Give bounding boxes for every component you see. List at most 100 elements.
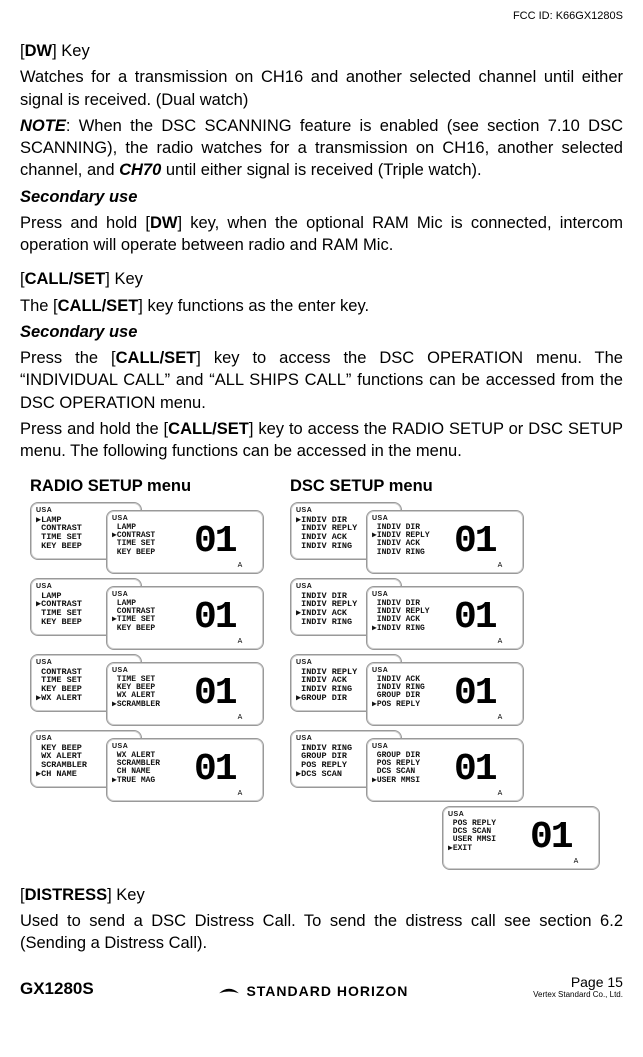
radio-menu-title: RADIO SETUP menu bbox=[30, 477, 260, 496]
lcd-menu-line: ▶SCRAMBLER bbox=[112, 701, 190, 709]
radio-lcd-stack: USA▶LAMP CONTRAST TIME SET KEY BEEPUSA L… bbox=[30, 502, 260, 804]
cs-p2a: Press the [ bbox=[20, 349, 116, 367]
lcd-display-large: USA INDIV ACK INDIV RING GROUP DIR▶POS R… bbox=[366, 662, 524, 726]
lcd-pair: USA INDIV REPLY INDIV ACK INDIV RING▶GRO… bbox=[290, 654, 520, 728]
lcd-sub-indicator: A bbox=[498, 714, 503, 721]
manual-page: FCC ID: K66GX1280S [DW] Key Watches for … bbox=[0, 0, 643, 1009]
distress-key-label: DISTRESS bbox=[25, 886, 108, 904]
dw-note: NOTE: When the DSC SCANNING feature is e… bbox=[20, 115, 623, 182]
lcd-menu-line: INDIV RING bbox=[372, 549, 450, 557]
lcd-menu-line: ▶TRUE MAG bbox=[112, 777, 190, 785]
ch70-label: CH70 bbox=[119, 161, 161, 179]
lcd-sub-indicator: A bbox=[238, 714, 243, 721]
distress-body: Used to send a DSC Distress Call. To sen… bbox=[20, 910, 623, 955]
footer-brand: STANDARD HORIZON bbox=[218, 983, 408, 999]
cs-l1k: CALL/SET bbox=[58, 297, 139, 315]
lcd-sub-indicator: A bbox=[238, 562, 243, 569]
lcd-region-indicator: USA bbox=[112, 743, 190, 750]
dw-key-suffix: Key bbox=[57, 42, 90, 60]
footer-company: Vertex Standard Co., Ltd. bbox=[533, 990, 623, 999]
callset-line1: The [CALL/SET] key functions as the ente… bbox=[20, 295, 623, 317]
menus-row: RADIO SETUP menu USA▶LAMP CONTRAST TIME … bbox=[30, 477, 623, 872]
footer-page: Page 15 bbox=[533, 974, 623, 990]
lcd-sub-indicator: A bbox=[498, 562, 503, 569]
lcd-sub-indicator: A bbox=[498, 638, 503, 645]
lcd-pair: USA KEY BEEP WX ALERT SCRAMBLER▶CH NAMEU… bbox=[30, 730, 260, 804]
cs-p3k: CALL/SET bbox=[168, 420, 249, 438]
dw-sec-a: Press and hold [ bbox=[20, 214, 150, 232]
lcd-display-large: USA TIME SET KEY BEEP WX ALERT▶SCRAMBLER… bbox=[106, 662, 264, 726]
lcd-channel-number: 01 bbox=[450, 675, 496, 713]
footer-model: GX1280S bbox=[20, 979, 94, 999]
cs-p2k: CALL/SET bbox=[116, 349, 197, 367]
dsc-lcd-stack: USA▶INDIV DIR INDIV REPLY INDIV ACK INDI… bbox=[290, 502, 520, 872]
lcd-region-indicator: USA bbox=[372, 743, 450, 750]
lcd-region-indicator: USA bbox=[112, 591, 190, 598]
lcd-menu-line: ▶USER MMSI bbox=[372, 777, 450, 785]
lcd-region-indicator: USA bbox=[372, 667, 450, 674]
lcd-pair: USA POS REPLY DCS SCAN USER MMSI▶EXIT01A bbox=[290, 806, 520, 872]
lcd-display-large: USA INDIV DIR▶INDIV REPLY INDIV ACK INDI… bbox=[366, 510, 524, 574]
lcd-region-indicator: USA bbox=[112, 667, 190, 674]
lcd-region-indicator: USA bbox=[112, 515, 190, 522]
callset-p2: Press the [CALL/SET] key to access the D… bbox=[20, 347, 623, 414]
lcd-sub-indicator: A bbox=[238, 790, 243, 797]
distress-section: [DISTRESS] Key Used to send a DSC Distre… bbox=[20, 884, 623, 955]
lcd-pair: USA▶LAMP CONTRAST TIME SET KEY BEEPUSA L… bbox=[30, 502, 260, 576]
lcd-menu-line: KEY BEEP bbox=[112, 549, 190, 557]
lcd-display-large: USA LAMP CONTRAST▶TIME SET KEY BEEP01A bbox=[106, 586, 264, 650]
brand-text: STANDARD HORIZON bbox=[246, 983, 408, 999]
dw-para1: Watches for a transmission on CH16 and a… bbox=[20, 66, 623, 111]
note-label: NOTE bbox=[20, 117, 66, 135]
lcd-channel-number: 01 bbox=[190, 523, 236, 561]
dsc-menu-column: DSC SETUP menu USA▶INDIV DIR INDIV REPLY… bbox=[290, 477, 520, 872]
lcd-region-indicator: USA bbox=[448, 811, 526, 818]
callset-key-heading: [CALL/SET] Key bbox=[20, 268, 623, 290]
callset-section: [CALL/SET] Key The [CALL/SET] key functi… bbox=[20, 268, 623, 462]
callset-key-suffix: Key bbox=[110, 270, 143, 288]
lcd-menu-line: ▶INDIV RING bbox=[372, 625, 450, 633]
cs-l1a: The [ bbox=[20, 297, 58, 315]
page-footer: GX1280S STANDARD HORIZON Page 15 Vertex … bbox=[20, 972, 623, 999]
lcd-channel-number: 01 bbox=[190, 599, 236, 637]
lcd-channel-number: 01 bbox=[190, 675, 236, 713]
footer-right: Page 15 Vertex Standard Co., Ltd. bbox=[533, 974, 623, 999]
lcd-display-large: USA LAMP▶CONTRAST TIME SET KEY BEEP01A bbox=[106, 510, 264, 574]
lcd-channel-number: 01 bbox=[450, 523, 496, 561]
dw-key-label: DW bbox=[25, 42, 53, 60]
dw-section: [DW] Key Watches for a transmission on C… bbox=[20, 40, 623, 256]
lcd-menu-line: KEY BEEP bbox=[112, 625, 190, 633]
callset-sec-use-label: Secondary use bbox=[20, 321, 623, 343]
lcd-display-large: USA POS REPLY DCS SCAN USER MMSI▶EXIT01A bbox=[442, 806, 600, 870]
lcd-menu-line: ▶POS REPLY bbox=[372, 701, 450, 709]
fcc-id: FCC ID: K66GX1280S bbox=[20, 10, 623, 22]
distress-key-suffix: Key bbox=[112, 886, 145, 904]
callset-p3: Press and hold the [CALL/SET] key to acc… bbox=[20, 418, 623, 463]
dsc-menu-title: DSC SETUP menu bbox=[290, 477, 520, 496]
lcd-channel-number: 01 bbox=[190, 751, 236, 789]
lcd-channel-number: 01 bbox=[526, 819, 572, 857]
callset-key-label: CALL/SET bbox=[25, 270, 106, 288]
lcd-pair: USA INDIV RING GROUP DIR POS REPLY▶DCS S… bbox=[290, 730, 520, 804]
lcd-sub-indicator: A bbox=[238, 638, 243, 645]
lcd-display-large: USA GROUP DIR POS REPLY DCS SCAN▶USER MM… bbox=[366, 738, 524, 802]
cs-p3a: Press and hold the [ bbox=[20, 420, 168, 438]
lcd-pair: USA LAMP▶CONTRAST TIME SET KEY BEEPUSA L… bbox=[30, 578, 260, 652]
lcd-pair: USA CONTRAST TIME SET KEY BEEP▶WX ALERTU… bbox=[30, 654, 260, 728]
radio-menu-column: RADIO SETUP menu USA▶LAMP CONTRAST TIME … bbox=[30, 477, 260, 872]
lcd-display-large: USA WX ALERT SCRAMBLER CH NAME▶TRUE MAG0… bbox=[106, 738, 264, 802]
dw-key-heading: [DW] Key bbox=[20, 40, 623, 62]
lcd-region-indicator: USA bbox=[372, 591, 450, 598]
lcd-pair: USA▶INDIV DIR INDIV REPLY INDIV ACK INDI… bbox=[290, 502, 520, 576]
dw-sec-use-label: Secondary use bbox=[20, 186, 623, 208]
lcd-pair: USA INDIV DIR INDIV REPLY▶INDIV ACK INDI… bbox=[290, 578, 520, 652]
lcd-region-indicator: USA bbox=[372, 515, 450, 522]
dw-note-b: until either signal is received (Triple … bbox=[161, 161, 481, 179]
lcd-channel-number: 01 bbox=[450, 751, 496, 789]
lcd-sub-indicator: A bbox=[498, 790, 503, 797]
cs-l1b: ] key functions as the enter key. bbox=[138, 297, 369, 315]
lcd-display-large: USA INDIV DIR INDIV REPLY INDIV ACK▶INDI… bbox=[366, 586, 524, 650]
dw-sec-use-body: Press and hold [DW] key, when the option… bbox=[20, 212, 623, 257]
lcd-sub-indicator: A bbox=[574, 858, 579, 865]
lcd-channel-number: 01 bbox=[450, 599, 496, 637]
